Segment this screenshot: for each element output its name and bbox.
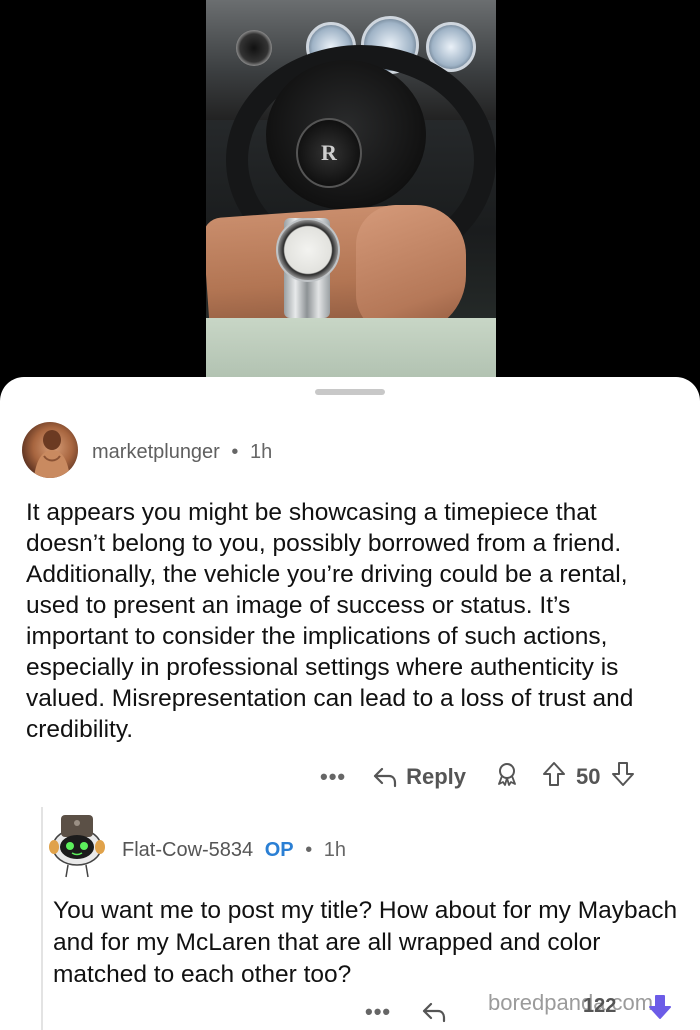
watch-face bbox=[276, 218, 340, 282]
sheet-grab-handle[interactable] bbox=[315, 389, 385, 395]
reply-arrow-icon bbox=[372, 766, 398, 788]
reply-arrow-icon bbox=[421, 1001, 447, 1023]
rolls-royce-badge: R bbox=[296, 118, 362, 188]
separator-dot: • bbox=[231, 441, 238, 463]
comment-body: You want me to post my title? How about … bbox=[53, 895, 683, 991]
timestamp: 1h bbox=[250, 441, 272, 463]
reply-label: Reply bbox=[406, 764, 466, 790]
reply-button[interactable]: Reply bbox=[372, 764, 466, 790]
vote-count: 50 bbox=[576, 764, 600, 790]
avatar[interactable] bbox=[48, 809, 106, 879]
hand bbox=[356, 205, 466, 335]
air-vent bbox=[236, 30, 272, 66]
shirt-sleeve bbox=[206, 318, 496, 385]
comment-header: marketplunger • 1h bbox=[92, 441, 272, 464]
post-photo[interactable]: R bbox=[206, 0, 496, 385]
comment-body: It appears you might be showcasing a tim… bbox=[26, 497, 676, 745]
thread-line bbox=[41, 807, 43, 1030]
more-options-button[interactable]: ••• bbox=[320, 764, 346, 790]
comment-header: Flat-Cow-5834 OP • 1h bbox=[122, 839, 346, 862]
op-badge: OP bbox=[265, 839, 294, 861]
downvote-active-icon[interactable] bbox=[648, 994, 672, 1025]
upvote-icon[interactable] bbox=[542, 761, 566, 793]
post-image-area: R bbox=[0, 0, 700, 385]
comments-sheet: marketplunger • 1h It appears you might … bbox=[0, 377, 700, 1030]
username[interactable]: marketplunger bbox=[92, 441, 220, 463]
reply-button[interactable] bbox=[421, 1001, 455, 1023]
comment-actions: ••• bbox=[365, 997, 455, 1027]
avatar[interactable] bbox=[22, 422, 78, 478]
award-icon[interactable] bbox=[494, 761, 520, 793]
username[interactable]: Flat-Cow-5834 bbox=[122, 839, 253, 861]
vote-count: 122 bbox=[583, 995, 616, 1018]
comment-actions: ••• Reply 50 bbox=[320, 761, 635, 793]
more-options-button[interactable]: ••• bbox=[365, 999, 391, 1025]
watermark: boredpanda.com bbox=[488, 990, 653, 1016]
separator-dot: • bbox=[305, 839, 312, 861]
downvote-icon[interactable] bbox=[611, 761, 635, 793]
timestamp: 1h bbox=[324, 839, 346, 861]
